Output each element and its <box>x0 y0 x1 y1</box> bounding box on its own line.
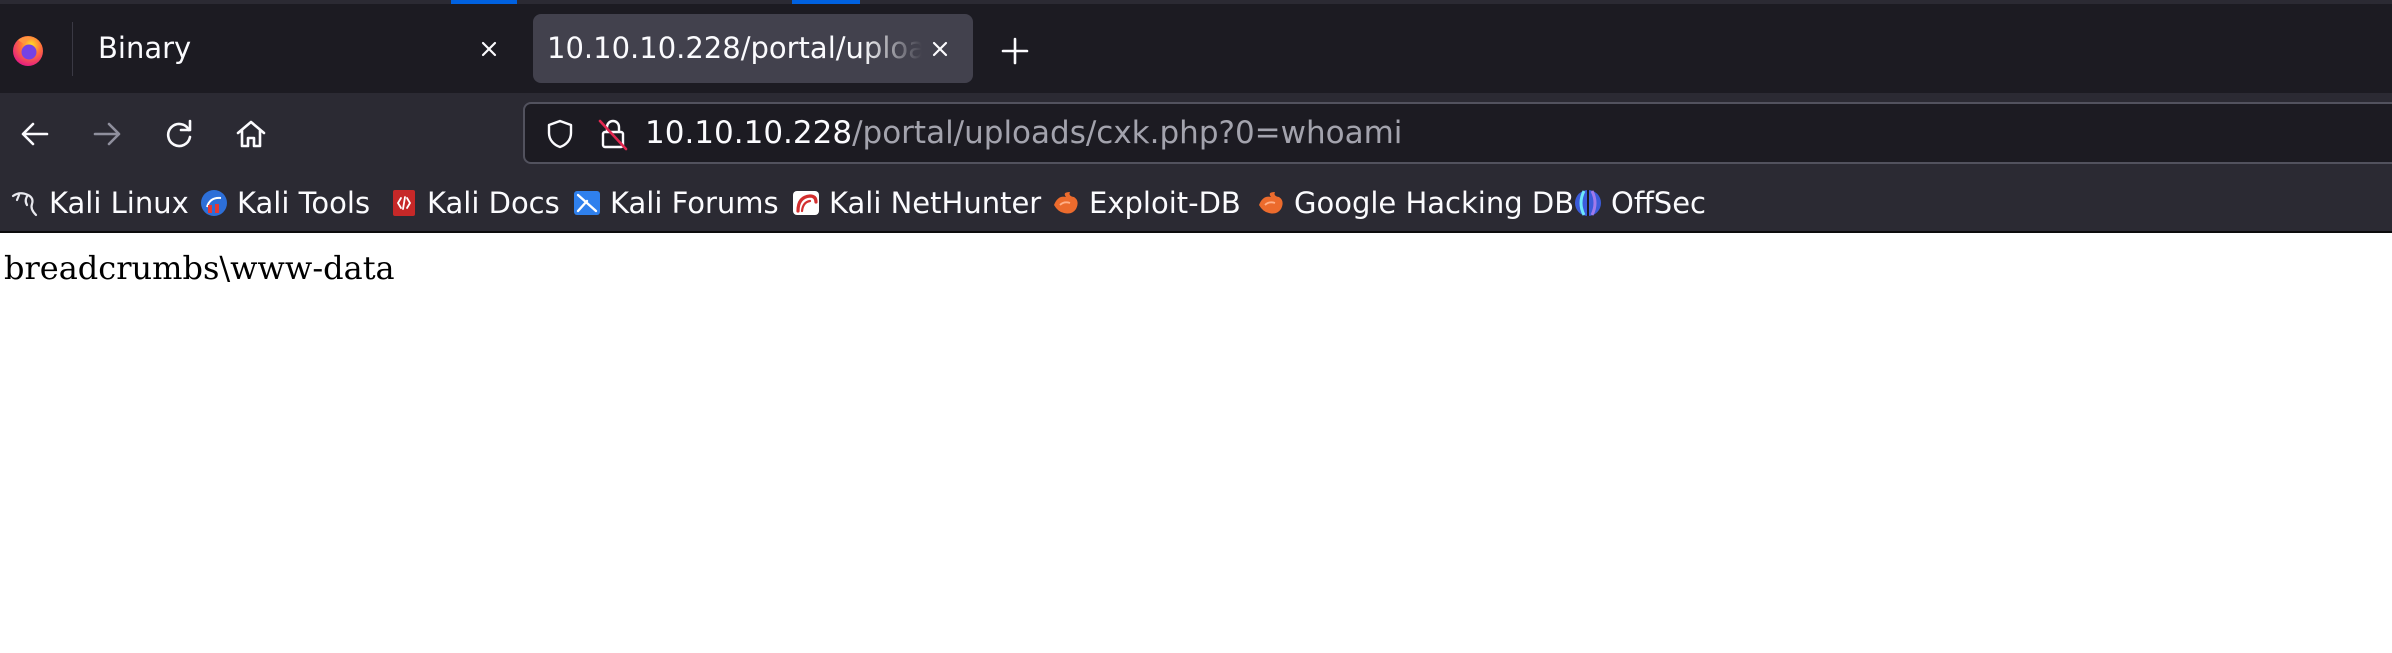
url-path: /portal/uploads/cxk.php?0=whoami <box>852 115 1403 151</box>
bookmark-label: Exploit-DB <box>1089 186 1241 220</box>
tab-divider <box>72 22 73 76</box>
tab-binary[interactable]: Binary <box>80 14 522 83</box>
home-icon[interactable] <box>228 111 274 157</box>
bookmark-label: Kali NetHunter <box>829 186 1042 220</box>
page-content: breadcrumbs\www-data <box>0 233 2392 653</box>
bookmark-kali-linux[interactable]: Kali Linux <box>10 175 189 231</box>
tab-title: Binary <box>98 31 192 65</box>
close-tab-icon[interactable] <box>474 34 504 64</box>
kali-nethunter-icon <box>793 191 819 215</box>
bookmark-kali-docs[interactable]: Kali Docs <box>388 175 560 231</box>
tab-indicator <box>792 0 860 4</box>
insecure-lock-icon[interactable] <box>595 116 631 152</box>
bookmark-kali-forums[interactable]: Kali Forums <box>571 175 779 231</box>
offsec-icon <box>1575 190 1601 216</box>
kali-docs-icon <box>393 190 415 216</box>
kali-dragon-icon <box>11 192 38 217</box>
bookmark-label: OffSec <box>1611 186 1707 220</box>
titlebar-edge <box>0 0 2392 4</box>
tab-active[interactable]: 10.10.10.228/portal/uploads/cxk.php?0=wh… <box>533 14 973 83</box>
bookmarks-toolbar: Kali Linux Kali Tools Kali Docs Kali For… <box>0 175 2392 233</box>
url-host: 10.10.10.228 <box>645 115 853 151</box>
bookmark-exploit-db[interactable]: Exploit-DB <box>1050 175 1241 231</box>
bookmark-kali-tools[interactable]: Kali Tools <box>198 175 370 231</box>
ghdb-icon <box>1259 192 1283 214</box>
firefox-icon[interactable] <box>4 26 52 74</box>
bookmark-label: Kali Tools <box>237 186 371 220</box>
kali-tools-icon <box>201 190 227 216</box>
exploit-db-icon <box>1054 192 1078 214</box>
tab-indicator <box>451 0 517 4</box>
back-arrow-icon[interactable] <box>12 111 58 157</box>
forward-arrow-icon[interactable] <box>84 111 130 157</box>
tab-strip: Binary 10.10.10.228/portal/uploads/cxk.p… <box>0 0 2392 93</box>
bookmark-google-hacking-db[interactable]: Google Hacking DB <box>1255 175 1574 231</box>
bookmark-label: Kali Forums <box>610 186 779 220</box>
bookmark-offsec[interactable]: OffSec <box>1572 175 1706 231</box>
navigation-toolbar: 10.10.10.228/portal/uploads/cxk.php?0=wh… <box>0 93 2392 175</box>
url-text[interactable]: 10.10.10.228/portal/uploads/cxk.php?0=wh… <box>645 104 1402 162</box>
kali-forums-icon <box>574 191 600 215</box>
tracking-protection-shield-icon[interactable] <box>543 117 577 151</box>
bookmark-label: Kali Docs <box>427 186 560 220</box>
bookmark-label: Google Hacking DB <box>1294 186 1575 220</box>
bookmark-kali-nethunter[interactable]: Kali NetHunter <box>790 175 1041 231</box>
bookmark-label: Kali Linux <box>49 186 189 220</box>
new-tab-plus-icon[interactable] <box>996 32 1034 70</box>
tab-title: 10.10.10.228/portal/uploads/cxk.php?0=wh… <box>547 31 922 65</box>
reload-icon[interactable] <box>156 111 202 157</box>
close-tab-icon[interactable] <box>925 34 955 64</box>
command-output: breadcrumbs\www-data <box>4 249 395 287</box>
address-bar[interactable]: 10.10.10.228/portal/uploads/cxk.php?0=wh… <box>523 102 2392 164</box>
